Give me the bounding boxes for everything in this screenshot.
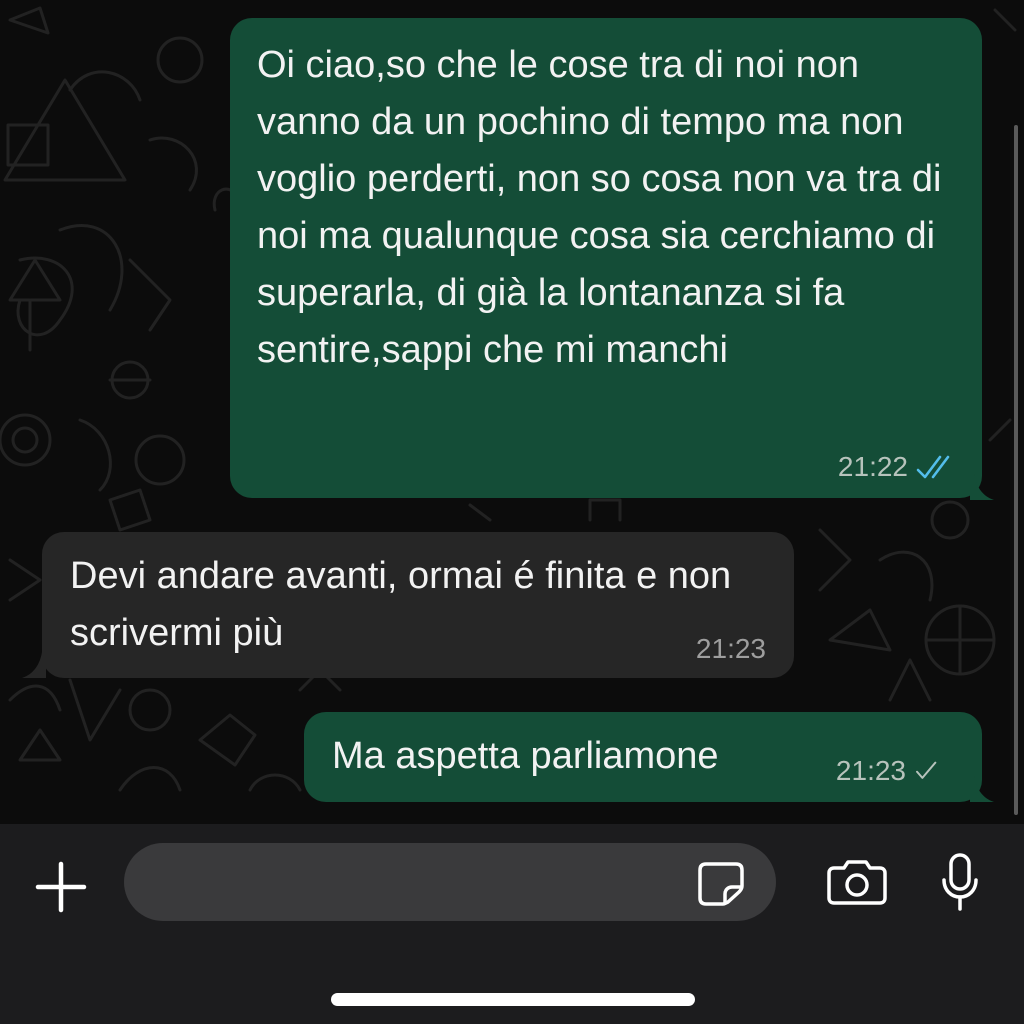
double-check-read-icon <box>916 455 950 479</box>
chat-area[interactable]: Oi ciao,so che le cose tra di noi non va… <box>0 0 1024 824</box>
sticker-icon[interactable] <box>696 860 746 906</box>
scroll-indicator[interactable] <box>1014 125 1018 815</box>
bubble-tail <box>970 776 994 802</box>
single-check-sent-icon <box>916 761 937 779</box>
plus-icon[interactable] <box>34 860 88 914</box>
message-time: 21:22 <box>837 451 908 482</box>
message-text: Devi andare avanti, ormai é finita e non… <box>70 555 732 654</box>
message-meta: 21:22 <box>838 452 958 482</box>
bubble-tail <box>22 652 46 678</box>
message-time: 21:23 <box>695 633 766 664</box>
home-indicator[interactable] <box>331 993 695 1006</box>
outgoing-message-bubble[interactable]: Oi ciao,so che le cose tra di noi non va… <box>230 18 994 500</box>
camera-icon[interactable] <box>826 858 888 906</box>
incoming-message-bubble[interactable]: Devi andare avanti, ormai é finita e non… <box>22 532 794 678</box>
message-text: Oi ciao,so che le cose tra di noi non va… <box>257 44 942 371</box>
outgoing-message-bubble[interactable]: Ma aspetta parliamone 21:23 <box>304 712 994 802</box>
microphone-icon[interactable] <box>940 852 980 912</box>
message-meta: 21:23 <box>696 634 766 664</box>
message-input[interactable] <box>124 843 776 921</box>
message-meta: 21:23 <box>836 756 946 786</box>
bubble-tail <box>970 474 994 500</box>
message-time: 21:23 <box>835 755 906 786</box>
